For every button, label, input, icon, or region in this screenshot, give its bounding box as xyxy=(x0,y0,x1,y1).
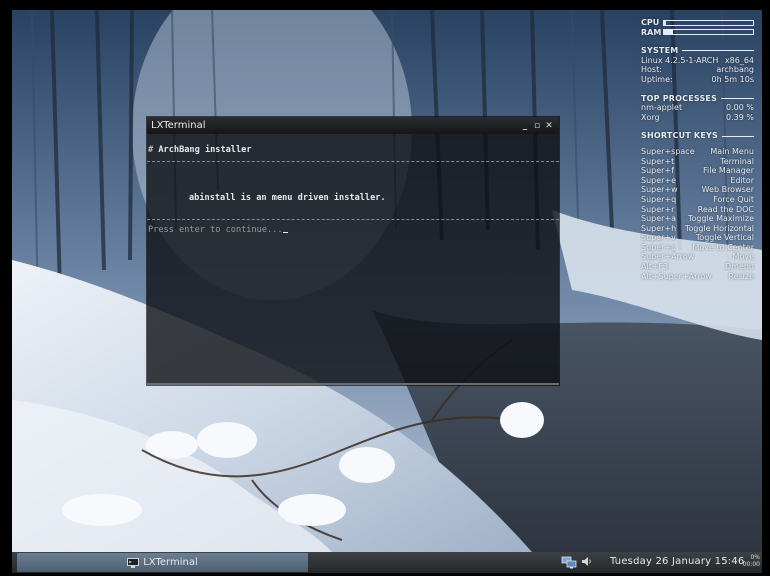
shortcut-action: Toggle Vertical xyxy=(695,233,754,243)
shortcut-action: Dmenu xyxy=(724,262,754,272)
cpu-bar-fill xyxy=(664,20,666,25)
text-cursor xyxy=(282,224,288,233)
divider xyxy=(147,219,559,220)
divider xyxy=(147,161,559,162)
shortcut-key: Super+Arrow xyxy=(641,252,695,262)
system-heading: SYSTEM xyxy=(641,46,754,56)
shortcut-action: Force Quit xyxy=(713,194,754,204)
shortcut-action: Editor xyxy=(730,175,754,185)
cpu-meter: CPU xyxy=(641,18,754,28)
terminal-window[interactable]: LXTerminal _ ▫ ✕ # ArchBang installer ab… xyxy=(147,117,559,385)
kernel-value: Linux 4.2.5-1-ARCH xyxy=(641,55,719,65)
prompt-text: Press enter to continue... xyxy=(148,225,283,235)
process-value: 0.39 % xyxy=(726,112,754,122)
task-label: LXTerminal xyxy=(143,557,198,568)
shortcut-row: Super+f File Manager xyxy=(641,166,754,176)
heading-rule xyxy=(721,135,754,137)
cpu-time: 00:00 xyxy=(742,561,760,568)
shortcut-action: Toggle Horizontal xyxy=(684,223,754,233)
clock[interactable]: Tuesday 26 January 15:46 xyxy=(610,556,744,567)
cpu-mini-monitor: 0% 00:00 xyxy=(740,554,760,568)
heading-rule xyxy=(682,50,754,52)
ram-bar xyxy=(663,29,754,36)
minimize-button[interactable]: _ xyxy=(519,121,531,131)
shortcut-key: Super+a xyxy=(641,214,677,224)
heading-hash: # xyxy=(148,145,154,155)
process-value: 0.00 % xyxy=(726,103,754,113)
uptime-value: 0h 5m 10s xyxy=(711,74,754,84)
shortcut-key: Alt+Super+Arrow xyxy=(641,271,712,281)
shortcuts-heading: SHORTCUT KEYS xyxy=(641,131,754,141)
shortcut-row: Super+space Main Menu xyxy=(641,147,754,157)
terminal-output[interactable]: # ArchBang installer abinstall is an men… xyxy=(147,134,559,385)
desktop-screen: CPU RAM SYSTEM Linux 4.2.5-1-ARCH x86_64… xyxy=(0,0,770,576)
shortcut-row: Alt+Super+Arrow Resize xyxy=(641,272,754,282)
host-value: archbang xyxy=(716,65,754,75)
shortcut-action: Read the DOC xyxy=(697,204,754,214)
shortcut-row: Super+q Force Quit xyxy=(641,195,754,205)
terminal-bottom-border xyxy=(147,383,559,385)
shortcut-action: Web Browser xyxy=(701,185,754,195)
uptime-label: Uptime: xyxy=(641,74,673,84)
process-name: Xorg xyxy=(641,112,660,122)
volume-icon[interactable] xyxy=(581,555,593,571)
shortcut-key: Super+space xyxy=(641,146,695,156)
shortcut-action: Move xyxy=(732,252,754,262)
installer-message: abinstall is an menu driven installer. xyxy=(189,193,386,203)
shortcut-row: Super+Arrow Move xyxy=(641,252,754,262)
shortcut-row: Alt+F3 Dmenu xyxy=(641,262,754,272)
heading-rule xyxy=(721,97,754,99)
ram-bar-fill xyxy=(664,30,673,35)
process-row: Xorg 0.39 % xyxy=(641,113,754,123)
process-name: nm-applet xyxy=(641,103,683,113)
shortcut-action: Resize xyxy=(728,271,754,281)
process-row: nm-applet 0.00 % xyxy=(641,103,754,113)
shortcut-key: Super+h xyxy=(641,223,677,233)
shortcut-row: Super+h Toggle Horizontal xyxy=(641,224,754,234)
taskbar: LXTerminal Tuesday 26 January 15:46 0% 0… xyxy=(12,552,762,573)
maximize-button[interactable]: ▫ xyxy=(531,121,543,131)
taskbar-task-lxterminal[interactable]: LXTerminal xyxy=(17,553,308,572)
shortcut-action: File Manager xyxy=(703,166,754,176)
shortcut-row: Super+w Web Browser xyxy=(641,185,754,195)
shortcut-action: Terminal xyxy=(720,156,754,166)
shortcut-list: Super+space Main Menu Super+t Terminal Sup… xyxy=(641,147,754,281)
shortcut-action: Main Menu xyxy=(710,146,754,156)
shortcut-key: Super+v xyxy=(641,233,676,243)
cpu-label: CPU xyxy=(641,18,660,27)
shortcut-row: Super+v Toggle Vertical xyxy=(641,233,754,243)
shortcut-key: Alt+F3 xyxy=(641,262,669,272)
cpu-bar xyxy=(663,19,754,26)
shortcut-key: Super+w xyxy=(641,185,678,195)
shortcut-key: Super+e xyxy=(641,175,677,185)
terminal-titlebar[interactable]: LXTerminal _ ▫ ✕ xyxy=(147,117,559,134)
shortcut-key: Super+f xyxy=(641,166,674,176)
ram-meter: RAM xyxy=(641,28,754,38)
processes-heading: TOP PROCESSES xyxy=(641,94,754,104)
shortcut-row: Super+r Read the DOC xyxy=(641,205,754,215)
shortcut-row: Super+e Editor xyxy=(641,176,754,186)
cpu-percent: 0% xyxy=(750,554,760,561)
shortcut-key: Super+t xyxy=(641,156,675,166)
system-kernel-row: Linux 4.2.5-1-ARCH x86_64 xyxy=(641,56,754,66)
shortcut-row: Super+a Toggle Maximize xyxy=(641,214,754,224)
ram-label: RAM xyxy=(641,27,662,37)
shortcut-key: Super+r xyxy=(641,204,675,214)
arch-value: x86_64 xyxy=(724,55,754,65)
close-button[interactable]: ✕ xyxy=(543,121,555,131)
terminal-title: LXTerminal xyxy=(151,120,206,131)
shortcut-key: Super+q xyxy=(641,194,677,204)
continue-prompt: Press enter to continue... xyxy=(148,224,288,235)
terminal-icon xyxy=(127,557,140,568)
system-uptime-row: Uptime: 0h 5m 10s xyxy=(641,75,754,85)
system-monitor: CPU RAM SYSTEM Linux 4.2.5-1-ARCH x86_64… xyxy=(641,18,754,281)
system-host-row: Host: archbang xyxy=(641,65,754,75)
installer-heading: # ArchBang installer xyxy=(148,145,252,155)
heading-text: ArchBang installer xyxy=(158,145,252,155)
shortcut-row: Super+t Terminal xyxy=(641,157,754,167)
host-label: Host: xyxy=(641,65,662,75)
network-icon[interactable] xyxy=(561,556,577,572)
shortcut-action: Toggle Maximize xyxy=(687,214,754,224)
